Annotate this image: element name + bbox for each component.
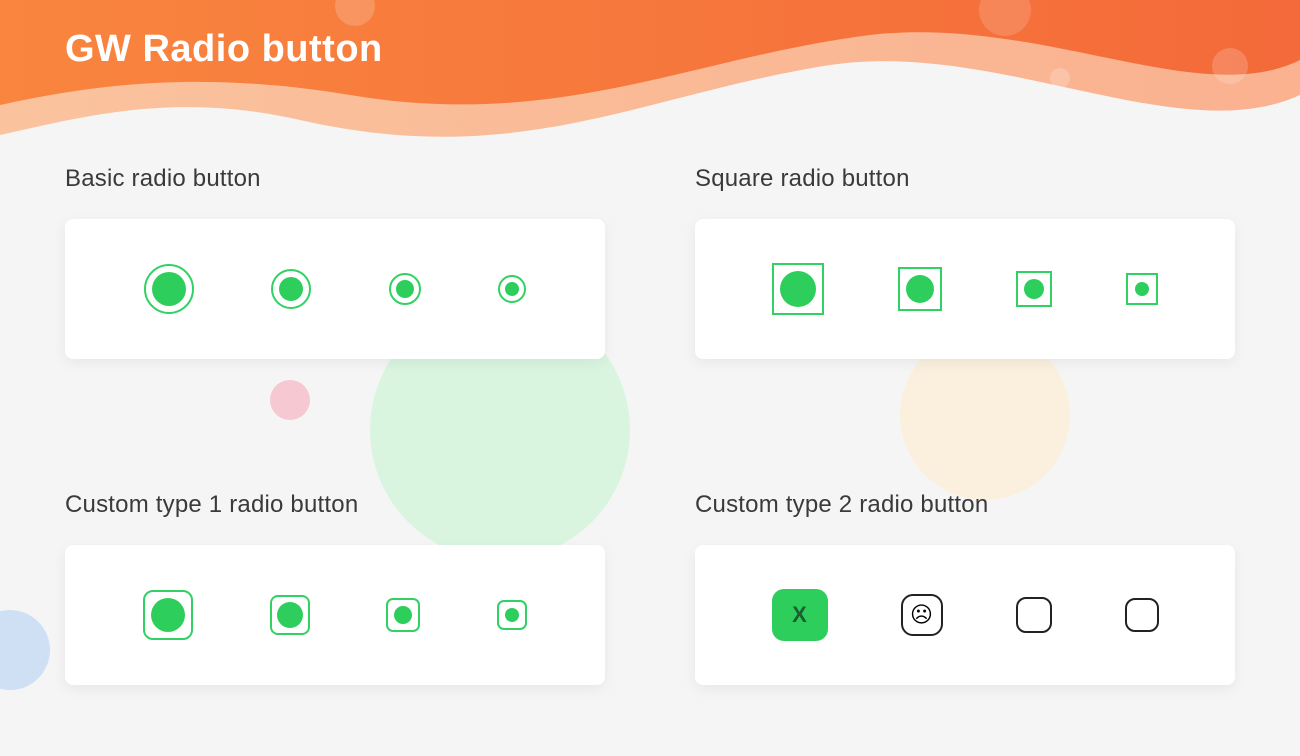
radio-custom1-xl[interactable]	[143, 590, 193, 640]
radio-dot-icon	[279, 277, 303, 301]
radio-dot-icon	[396, 280, 414, 298]
radio-dot-icon	[906, 275, 934, 303]
card-custom2: X ☹	[695, 545, 1235, 685]
radio-square-xl[interactable]	[772, 263, 824, 315]
radio-dot-icon	[152, 272, 186, 306]
sad-face-icon: ☹	[910, 602, 933, 628]
page-header: GW Radio button	[0, 0, 1300, 170]
section-title-custom1: Custom type 1 radio button	[65, 491, 605, 519]
radio-dot-icon	[394, 606, 412, 624]
radio-custom1-md[interactable]	[386, 598, 420, 632]
radio-custom1-sm[interactable]	[497, 600, 527, 630]
radio-dot-icon	[780, 271, 816, 307]
radio-basic-sm[interactable]	[498, 275, 526, 303]
radio-square-lg[interactable]	[898, 267, 942, 311]
radio-square-sm[interactable]	[1126, 273, 1158, 305]
radio-basic-md[interactable]	[389, 273, 421, 305]
header-wave-icon	[0, 0, 1300, 190]
card-square	[695, 219, 1235, 359]
radio-dot-icon	[151, 598, 185, 632]
page-title: GW Radio button	[65, 28, 383, 71]
section-title-square: Square radio button	[695, 165, 1235, 193]
radio-square-md[interactable]	[1016, 271, 1052, 307]
radio-custom2-md[interactable]	[1016, 597, 1052, 633]
section-title-basic: Basic radio button	[65, 165, 605, 193]
radio-basic-lg[interactable]	[271, 269, 311, 309]
radio-dot-icon	[1024, 279, 1044, 299]
card-custom1	[65, 545, 605, 685]
radio-custom2-sm[interactable]	[1125, 598, 1159, 632]
section-square: Square radio button	[695, 165, 1235, 431]
section-basic: Basic radio button	[65, 165, 605, 431]
radio-dot-icon	[505, 608, 519, 622]
bg-blob-blue	[0, 610, 50, 690]
x-icon: X	[792, 602, 807, 628]
radio-custom2-lg[interactable]: ☹	[901, 594, 943, 636]
card-basic	[65, 219, 605, 359]
radio-dot-icon	[505, 282, 519, 296]
radio-dot-icon	[277, 602, 303, 628]
section-custom2: Custom type 2 radio button X ☹	[695, 491, 1235, 756]
radio-basic-xl[interactable]	[144, 264, 194, 314]
radio-custom1-lg[interactable]	[270, 595, 310, 635]
content-grid: Basic radio button Square radio button C…	[65, 165, 1235, 756]
radio-dot-icon	[1135, 282, 1149, 296]
radio-custom2-xl[interactable]: X	[772, 589, 828, 641]
section-custom1: Custom type 1 radio button	[65, 491, 605, 756]
section-title-custom2: Custom type 2 radio button	[695, 491, 1235, 519]
